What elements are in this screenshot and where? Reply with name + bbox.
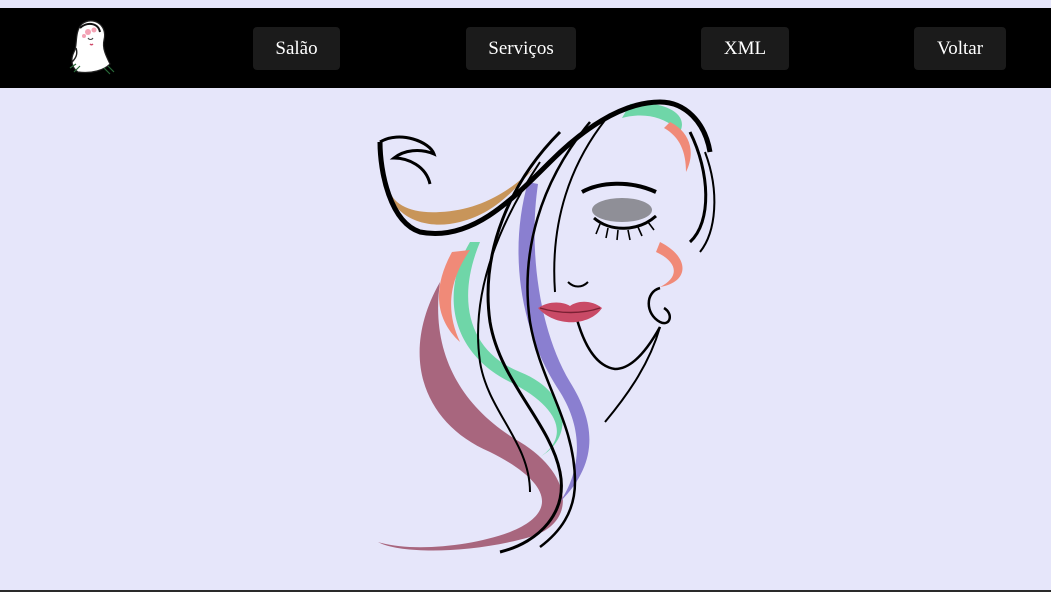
woman-face-line-art-icon [377,99,716,554]
logo-icon[interactable] [64,18,118,76]
nav-button-xml[interactable]: XML [701,27,789,70]
nav-button-servicos[interactable]: Serviços [466,27,576,70]
nav-button-salao[interactable]: Salão [253,27,340,70]
nav-button-voltar[interactable]: Voltar [914,27,1006,70]
navbar: Salão Serviços XML Voltar [0,8,1051,88]
top-strip [0,0,1051,8]
hero-illustration [360,92,740,562]
